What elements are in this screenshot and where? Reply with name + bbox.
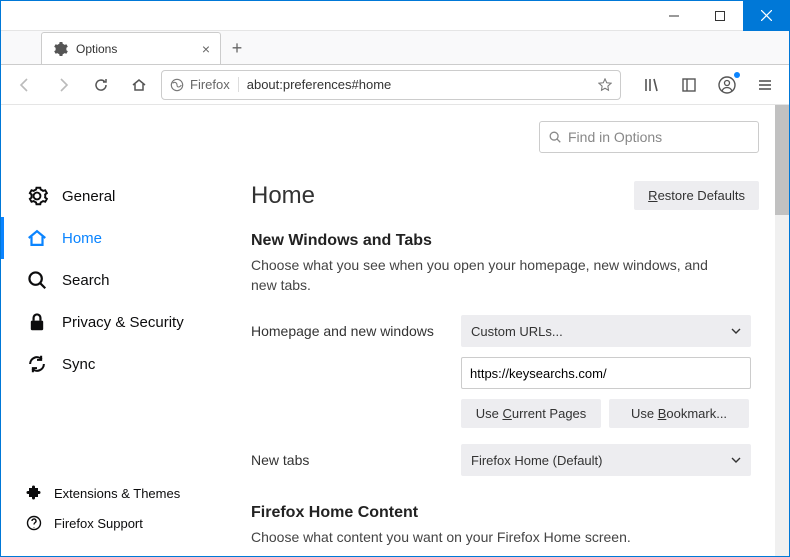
scrollbar-thumb[interactable] bbox=[775, 105, 789, 215]
find-in-options-input[interactable]: Find in Options bbox=[539, 121, 759, 153]
close-window-button[interactable] bbox=[743, 1, 789, 31]
url-text: about:preferences#home bbox=[247, 77, 392, 92]
window-titlebar bbox=[1, 1, 789, 31]
tab-strip: Options × + bbox=[1, 31, 789, 65]
new-tab-button[interactable]: + bbox=[221, 32, 253, 64]
homepage-url-input[interactable]: https://keysearchs.com/ bbox=[461, 357, 751, 389]
library-button[interactable] bbox=[635, 69, 667, 101]
sidebar-item-home[interactable]: Home bbox=[1, 217, 211, 259]
new-tabs-select[interactable]: Firefox Home (Default) bbox=[461, 444, 751, 476]
section-title: New Windows and Tabs bbox=[251, 232, 759, 250]
input-value: https://keysearchs.com/ bbox=[470, 366, 607, 381]
select-value: Custom URLs... bbox=[471, 324, 563, 339]
gear-icon bbox=[26, 185, 48, 207]
window-controls bbox=[651, 1, 789, 31]
preferences-sidebar: General Home Search Privacy & Security S… bbox=[1, 105, 211, 556]
sidebar-item-label: Search bbox=[62, 272, 110, 289]
home-button[interactable] bbox=[123, 69, 155, 101]
maximize-button[interactable] bbox=[697, 1, 743, 31]
menu-button[interactable] bbox=[749, 69, 781, 101]
vertical-scrollbar[interactable] bbox=[775, 105, 789, 556]
home-icon bbox=[26, 227, 48, 249]
chevron-down-icon bbox=[731, 326, 741, 336]
sidebar-item-general[interactable]: General bbox=[1, 175, 211, 217]
content-area: General Home Search Privacy & Security S… bbox=[1, 105, 789, 556]
main-content: Find in Options Home Restore Defaults Ne… bbox=[211, 105, 789, 556]
help-icon bbox=[26, 515, 42, 531]
sidebar-item-support[interactable]: Firefox Support bbox=[1, 508, 211, 538]
identity-box[interactable]: Firefox bbox=[170, 77, 239, 92]
search-icon bbox=[548, 130, 562, 144]
account-button[interactable] bbox=[711, 69, 743, 101]
search-icon bbox=[26, 269, 48, 291]
forward-button[interactable] bbox=[47, 69, 79, 101]
use-current-pages-button[interactable]: Use Current Pages bbox=[461, 399, 601, 428]
url-bar[interactable]: Firefox about:preferences#home bbox=[161, 70, 621, 100]
close-tab-icon[interactable]: × bbox=[202, 41, 210, 57]
section-firefox-home-content: Firefox Home Content Choose what content… bbox=[251, 504, 759, 548]
bookmark-star-icon[interactable] bbox=[598, 78, 612, 92]
notification-dot-icon bbox=[734, 72, 740, 78]
back-button[interactable] bbox=[9, 69, 41, 101]
puzzle-icon bbox=[26, 485, 42, 501]
tab-options[interactable]: Options × bbox=[41, 32, 221, 64]
use-bookmark-button[interactable]: Use Bookmark... bbox=[609, 399, 749, 428]
sidebar-item-label: Home bbox=[62, 230, 102, 247]
sidebar-item-label: Privacy & Security bbox=[62, 314, 184, 331]
homepage-select[interactable]: Custom URLs... bbox=[461, 315, 751, 347]
sidebar-item-label: General bbox=[62, 188, 115, 205]
section-description: Choose what content you want on your Fir… bbox=[251, 528, 731, 548]
homepage-label: Homepage and new windows bbox=[251, 323, 461, 339]
sidebar-item-label: Sync bbox=[62, 356, 95, 373]
sidebar-item-extensions[interactable]: Extensions & Themes bbox=[1, 478, 211, 508]
section-new-windows-tabs: New Windows and Tabs Choose what you see… bbox=[251, 232, 759, 476]
section-title: Firefox Home Content bbox=[251, 504, 759, 522]
lock-icon bbox=[26, 311, 48, 333]
tab-label: Options bbox=[76, 42, 117, 56]
select-value: Firefox Home (Default) bbox=[471, 453, 602, 468]
reload-button[interactable] bbox=[85, 69, 117, 101]
navigation-toolbar: Firefox about:preferences#home bbox=[1, 65, 789, 105]
sync-icon bbox=[26, 353, 48, 375]
firefox-window: Options × + Firefox about:preferences#ho… bbox=[0, 0, 790, 557]
sidebar-item-privacy[interactable]: Privacy & Security bbox=[1, 301, 211, 343]
sidebar-item-label: Extensions & Themes bbox=[54, 486, 180, 501]
sidebar-button[interactable] bbox=[673, 69, 705, 101]
chevron-down-icon bbox=[731, 455, 741, 465]
account-icon bbox=[718, 76, 736, 94]
gear-icon bbox=[52, 41, 68, 57]
identity-label: Firefox bbox=[190, 77, 230, 92]
sidebar-item-search[interactable]: Search bbox=[1, 259, 211, 301]
search-placeholder: Find in Options bbox=[568, 129, 662, 145]
sidebar-item-label: Firefox Support bbox=[54, 516, 143, 531]
restore-defaults-button[interactable]: Restore Defaults bbox=[634, 181, 759, 210]
firefox-icon bbox=[170, 78, 184, 92]
section-description: Choose what you see when you open your h… bbox=[251, 256, 731, 295]
page-title: Home bbox=[251, 182, 315, 210]
minimize-button[interactable] bbox=[651, 1, 697, 31]
new-tabs-label: New tabs bbox=[251, 452, 461, 468]
sidebar-item-sync[interactable]: Sync bbox=[1, 343, 211, 385]
